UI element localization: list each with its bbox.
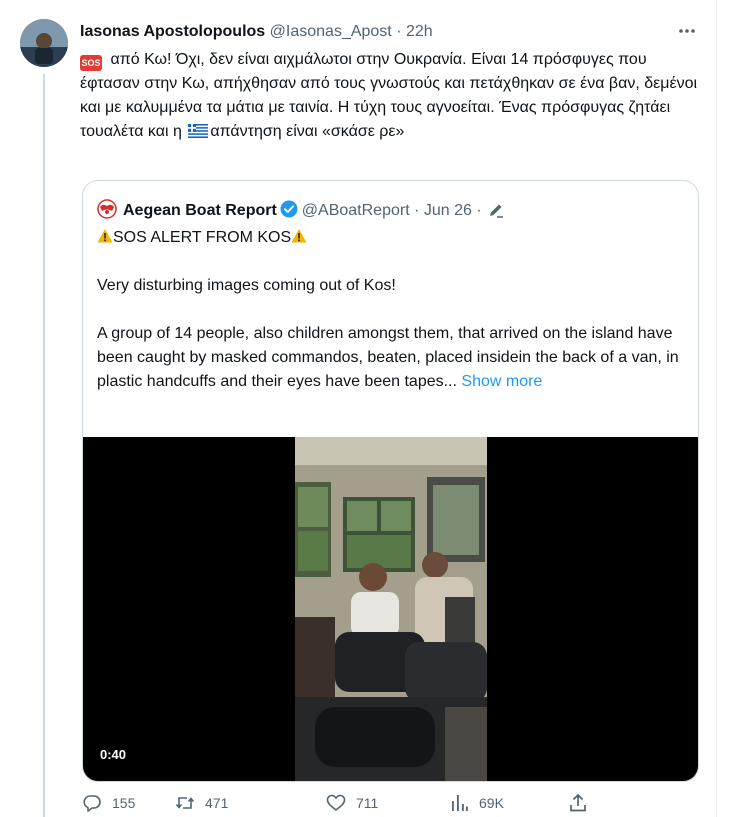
retweet-button[interactable]: 471	[175, 792, 228, 814]
separator-dot: ·	[396, 23, 402, 40]
edited-pencil-icon[interactable]	[488, 202, 504, 218]
sos-emoji-icon: SOS	[80, 55, 102, 71]
action-bar: 155 471 711 69K	[80, 792, 700, 814]
tweet-time[interactable]: 22h	[406, 23, 433, 40]
quote-date[interactable]: Jun 26	[424, 202, 472, 219]
video-thumbnail[interactable]	[295, 437, 487, 781]
author-name[interactable]: Iasonas Apostolopoulos	[80, 23, 265, 40]
warning-icon	[291, 228, 307, 244]
show-more-link[interactable]: Show more	[461, 373, 542, 390]
retweet-icon	[175, 797, 195, 809]
quote-body-text: A group of 14 people, also children amon…	[97, 325, 679, 390]
heart-icon	[326, 794, 346, 812]
quote-line-2: Very disturbing images coming out of Kos…	[97, 277, 396, 294]
quote-separator-dot-2: ·	[476, 202, 482, 219]
more-options-icon[interactable]	[676, 21, 698, 41]
share-icon	[570, 793, 586, 812]
quote-separator-dot: ·	[414, 202, 420, 219]
author-handle[interactable]: @Iasonas_Apost	[270, 23, 392, 40]
quote-tweet-card[interactable]: Aegean Boat Report @ABoatReport · Jun 26 …	[82, 180, 699, 782]
quote-text: SOS ALERT FROM KOS Very disturbing image…	[97, 226, 687, 394]
verified-badge-icon	[280, 200, 298, 218]
right-border	[716, 0, 717, 817]
tweet-text: SOS από Κω! Όχι, δεν είναι αιχμάλωτοι στ…	[80, 48, 700, 144]
quote-author-name[interactable]: Aegean Boat Report	[123, 202, 277, 219]
quote-alert-line: SOS ALERT FROM KOS	[97, 226, 687, 250]
quote-alert-text: SOS ALERT FROM KOS	[113, 229, 292, 246]
video-player[interactable]: 0:40	[83, 437, 698, 781]
quote-author-handle[interactable]: @ABoatReport	[302, 202, 410, 219]
reply-count: 155	[112, 795, 136, 811]
tweet-text-part2: απάντηση είναι «σκάσε ρε»	[210, 123, 405, 140]
quote-header: Aegean Boat Report @ABoatReport · Jun 26 …	[97, 199, 504, 221]
reply-icon	[83, 795, 101, 812]
views-count: 69K	[479, 795, 504, 811]
quote-body: A group of 14 people, also children amon…	[97, 322, 687, 394]
share-button[interactable]	[568, 792, 598, 814]
thread-line	[43, 74, 45, 817]
like-button[interactable]: 711	[326, 792, 378, 814]
warning-icon	[97, 228, 113, 244]
views-chart-icon	[452, 795, 468, 811]
avatar[interactable]	[20, 19, 68, 67]
views-button[interactable]: 69K	[449, 792, 504, 814]
greek-flag-icon	[188, 122, 209, 138]
tweet-header: Iasonas Apostolopoulos @Iasonas_Apost · …	[80, 22, 433, 42]
video-duration: 0:40	[100, 747, 127, 762]
retweet-count: 471	[205, 795, 229, 811]
like-count: 711	[356, 795, 379, 811]
aegean-boat-report-logo-icon	[97, 199, 117, 219]
reply-button[interactable]: 155	[82, 792, 135, 814]
